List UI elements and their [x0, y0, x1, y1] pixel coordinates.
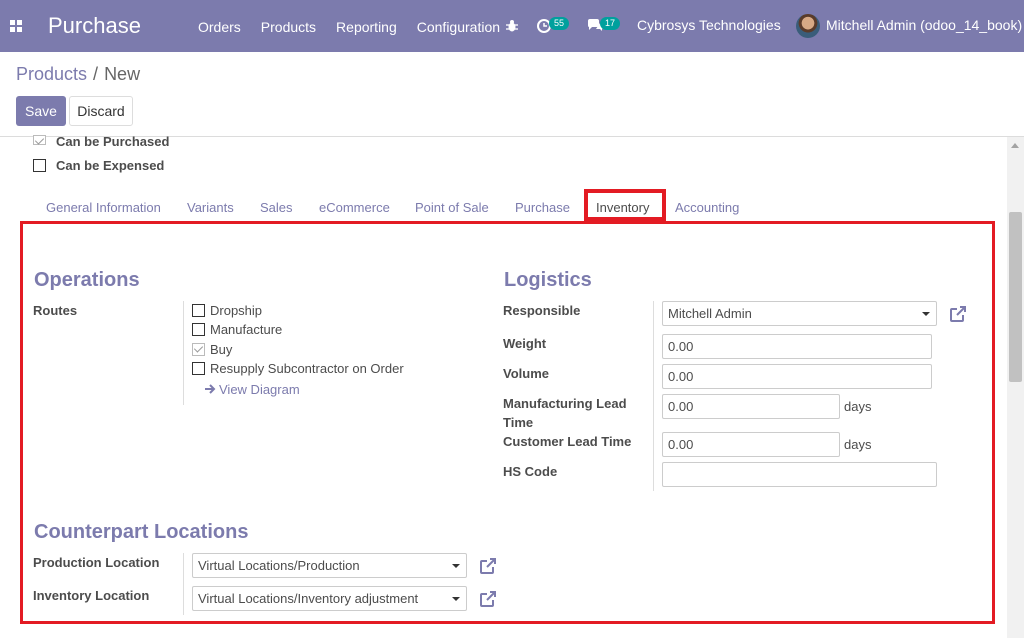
user-menu[interactable]: Mitchell Admin (odoo_14_book): [826, 17, 1022, 33]
menu-item-configuration[interactable]: Configuration: [417, 19, 500, 35]
breadcrumb-separator: /: [93, 64, 99, 84]
save-button[interactable]: Save: [16, 96, 66, 126]
route-resupply-label: Resupply Subcontractor on Order: [210, 361, 404, 376]
responsible-select[interactable]: Mitchell Admin: [662, 301, 937, 326]
route-manufacture-label: Manufacture: [210, 322, 283, 337]
customer-lead-unit: days: [844, 437, 872, 452]
breadcrumb-current: New: [104, 64, 141, 84]
tab-point-of-sale[interactable]: Point of Sale: [415, 200, 489, 215]
routes-divider: [183, 301, 184, 405]
chevron-down-icon: [922, 312, 930, 316]
hs-code-input[interactable]: [662, 462, 937, 487]
tab-inventory[interactable]: Inventory: [584, 189, 666, 221]
counterpart-locations-title: Counterpart Locations: [34, 521, 249, 543]
tab-purchase[interactable]: Purchase: [515, 200, 570, 215]
arrow-right-icon: [205, 384, 216, 394]
menu-item-products[interactable]: Products: [261, 19, 316, 35]
customer-lead-input[interactable]: [662, 432, 840, 457]
scroll-up-arrow-icon[interactable]: [1011, 143, 1019, 148]
activity-count-badge: 55: [549, 17, 570, 30]
can-be-purchased-checkbox[interactable]: [33, 135, 46, 145]
breadcrumb-parent[interactable]: Products: [16, 64, 87, 84]
route-buy-label: Buy: [210, 342, 233, 357]
route-buy-checkbox[interactable]: [192, 343, 205, 356]
manufacturing-lead-label-line2: Time: [503, 415, 534, 430]
manufacturing-lead-input[interactable]: [662, 394, 840, 419]
production-location-value: Virtual Locations/Production: [198, 558, 360, 573]
apps-menu-icon[interactable]: [10, 20, 22, 32]
message-count-badge: 17: [600, 17, 621, 30]
tab-sales[interactable]: Sales: [260, 200, 293, 215]
company-switcher[interactable]: Cybrosys Technologies: [637, 17, 781, 33]
external-link-icon[interactable]: [478, 556, 498, 576]
weight-label: Weight: [503, 336, 547, 351]
discard-button[interactable]: Discard: [69, 96, 133, 126]
route-dropship-label: Dropship: [210, 303, 263, 318]
tab-variants[interactable]: Variants: [187, 200, 234, 215]
chevron-down-icon: [452, 597, 460, 601]
user-avatar[interactable]: [796, 14, 820, 38]
chevron-down-icon: [452, 564, 460, 568]
can-be-purchased-label: Can be Purchased: [56, 134, 170, 149]
menu-item-reporting[interactable]: Reporting: [336, 19, 397, 35]
counterpart-divider: [183, 553, 184, 615]
routes-label: Routes: [33, 303, 78, 318]
can-be-expensed-label: Can be Expensed: [56, 158, 165, 173]
tab-ecommerce[interactable]: eCommerce: [319, 200, 390, 215]
manufacturing-lead-unit: days: [844, 399, 872, 414]
production-location-label: Production Location: [33, 555, 160, 570]
production-location-select[interactable]: Virtual Locations/Production: [192, 553, 467, 578]
main-menu: Orders Products Reporting Configuration: [198, 19, 520, 35]
customer-lead-label: Customer Lead Time: [503, 434, 632, 449]
logistics-title: Logistics: [504, 269, 592, 291]
view-diagram-link[interactable]: View Diagram: [219, 382, 300, 397]
volume-input[interactable]: [662, 364, 932, 389]
inventory-location-label: Inventory Location: [33, 588, 150, 603]
weight-input[interactable]: [662, 334, 932, 359]
tab-inventory-label: Inventory: [596, 200, 650, 215]
breadcrumb: Products / New: [16, 64, 140, 85]
tab-general-information[interactable]: General Information: [46, 200, 161, 215]
debug-bug-icon[interactable]: [505, 19, 519, 33]
app-name[interactable]: Purchase: [48, 13, 141, 39]
route-resupply-checkbox[interactable]: [192, 362, 205, 375]
external-link-icon[interactable]: [948, 304, 968, 324]
responsible-label: Responsible: [503, 303, 581, 318]
responsible-value: Mitchell Admin: [668, 306, 752, 321]
route-dropship-checkbox[interactable]: [192, 304, 205, 317]
route-manufacture-checkbox[interactable]: [192, 323, 205, 336]
tab-accounting[interactable]: Accounting: [675, 200, 739, 215]
can-be-expensed-checkbox[interactable]: [33, 159, 46, 172]
manufacturing-lead-label: Manufacturing Lead: [503, 396, 627, 411]
scrollbar-thumb[interactable]: [1009, 212, 1022, 382]
logistics-divider: [653, 301, 654, 491]
operations-title: Operations: [34, 269, 140, 291]
inventory-location-select[interactable]: Virtual Locations/Inventory adjustment: [192, 586, 467, 611]
menu-item-orders[interactable]: Orders: [198, 19, 241, 35]
hs-code-label: HS Code: [503, 464, 558, 479]
top-navbar: Purchase Orders Products Reporting Confi…: [0, 0, 1024, 52]
volume-label: Volume: [503, 366, 549, 381]
inventory-location-value: Virtual Locations/Inventory adjustment: [198, 591, 419, 606]
external-link-icon[interactable]: [478, 589, 498, 609]
